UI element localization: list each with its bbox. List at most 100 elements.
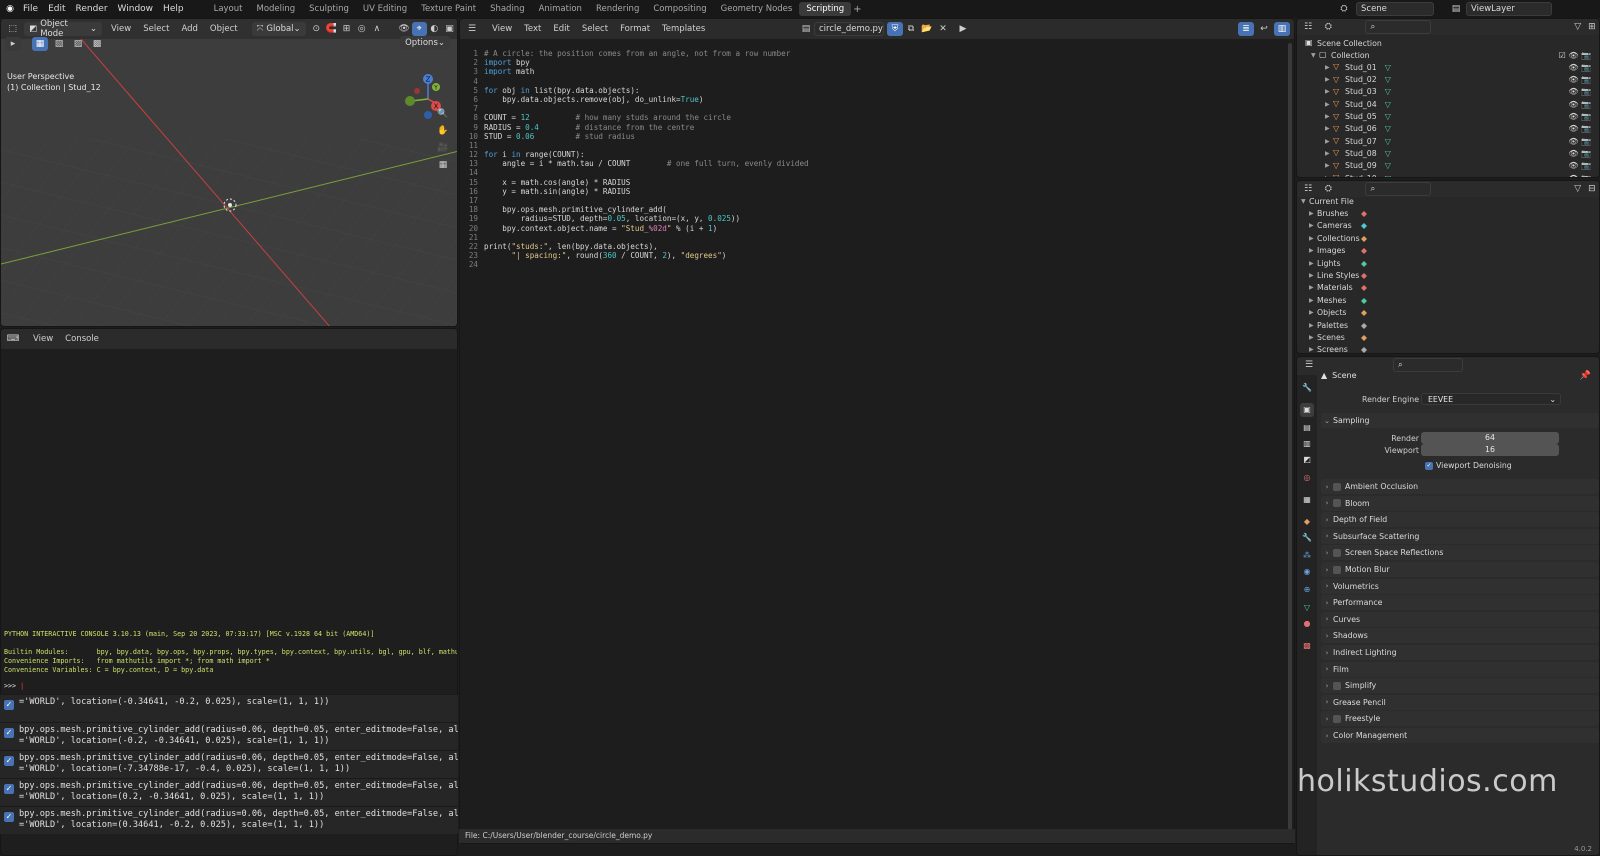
camera-view-icon[interactable]: 🎥 (435, 141, 451, 155)
tab-layout[interactable]: Layout (207, 2, 250, 16)
panel-motion-blur[interactable]: › Motion Blur (1321, 562, 1599, 577)
editor-menu-templates[interactable]: Templates (656, 24, 711, 34)
blendfile-item[interactable]: ▶ Images ◆ (1297, 245, 1599, 257)
menu-file[interactable]: File (18, 4, 43, 14)
blendfile-mode-icon[interactable]: ⛭ (1321, 182, 1335, 196)
viewport-menu-object[interactable]: Object (204, 24, 244, 34)
visibility-icons[interactable]: 👁 📷 (1568, 174, 1591, 178)
visibility-icons[interactable]: 👁 📷 (1568, 112, 1591, 121)
overlay-icon[interactable]: ◐ (427, 22, 442, 36)
purge-icon[interactable]: ⊟ (1585, 182, 1599, 196)
menu-help[interactable]: Help (158, 4, 189, 14)
panel-expand-icon[interactable]: › (1321, 566, 1333, 574)
console-menu-console[interactable]: Console (59, 334, 105, 344)
properties-tab-icon[interactable]: ◆ (1300, 515, 1314, 529)
panel-enable-checkbox[interactable] (1333, 499, 1341, 508)
visibility-icons[interactable]: 👁 📷 (1568, 137, 1591, 146)
blender-logo-icon[interactable]: ◉ (2, 2, 18, 16)
outliner-scene-collection[interactable]: ▣ Scene Collection (1297, 37, 1599, 49)
select-box-icon[interactable]: ▦ (32, 37, 48, 51)
panel-shadows[interactable]: › Shadows (1321, 628, 1599, 644)
outliner-collection[interactable]: ▼ ▢ Collection ☑ 👁 📷 (1297, 49, 1599, 61)
visibility-icons[interactable]: 👁 📷 (1568, 100, 1591, 109)
filter-icon[interactable]: ▽ (1571, 20, 1585, 34)
blendfile-item[interactable]: ▶ Collections ◆ (1297, 232, 1599, 244)
tab-texture-paint[interactable]: Texture Paint (414, 2, 483, 16)
blendfile-item[interactable]: ▶ Brushes ◆ (1297, 207, 1599, 219)
info-log-item[interactable]: ✓ bpy.ops.mesh.primitive_cylinder_add(rad… (0, 806, 474, 834)
outliner-item[interactable]: ▶ ▽ Stud_07 ▽ 👁 📷 (1297, 135, 1599, 147)
view-layer-selector[interactable]: ViewLayer (1466, 2, 1552, 16)
console-prompt[interactable]: >>> | (4, 682, 24, 690)
blendfile-item[interactable]: ▶ Line Styles ◆ (1297, 269, 1599, 281)
info-log-item[interactable]: ✓ bpy.ops.mesh.primitive_cylinder_add(rad… (0, 722, 474, 750)
panel-screen-space-reflections[interactable]: › Screen Space Reflections (1321, 545, 1599, 561)
panel-indirect-lighting[interactable]: › Indirect Lighting (1321, 645, 1599, 660)
properties-tab-icon[interactable]: ▣ (1300, 403, 1314, 417)
menu-window[interactable]: Window (113, 4, 159, 14)
panel-expand-icon[interactable]: › (1321, 516, 1333, 524)
panel-grease-pencil[interactable]: › Grease Pencil (1321, 694, 1599, 710)
editor-menu-format[interactable]: Format (614, 24, 656, 34)
proportional-edit-icon[interactable]: ◎ (354, 22, 369, 36)
collection-checkbox[interactable]: ☑ 👁 📷 (1559, 51, 1591, 60)
render-samples-field[interactable]: 64 (1421, 432, 1559, 444)
display-mode-icon[interactable]: ⛭ (1321, 20, 1335, 34)
fake-user-icon[interactable]: ⛨ (887, 22, 903, 36)
viewport-menu-view[interactable]: View (105, 24, 137, 34)
properties-tab-icon[interactable]: ◩ (1300, 453, 1314, 467)
tab-geometry-nodes[interactable]: Geometry Nodes (714, 2, 800, 16)
panel-expand-icon[interactable]: › (1321, 665, 1333, 673)
blendfile-item[interactable]: ▶ Objects ◆ (1297, 307, 1599, 319)
editor-menu-select[interactable]: Select (576, 24, 614, 34)
syntax-highlight-toggle-icon[interactable]: ▥ (1274, 22, 1290, 36)
visibility-icons[interactable]: 👁 📷 (1568, 63, 1591, 72)
add-workspace-button[interactable]: + (853, 4, 861, 15)
properties-type-icon[interactable]: ☰ (1301, 358, 1317, 372)
console-editor-type-icon[interactable]: ⌨ (5, 332, 21, 346)
panel-expand-icon[interactable]: › (1321, 549, 1333, 557)
viewport-samples-field[interactable]: 16 (1421, 444, 1559, 456)
properties-search[interactable]: ⌕ (1393, 358, 1463, 372)
editor-menu-text[interactable]: Text (518, 24, 547, 34)
pivot-icon[interactable]: ⊙ (309, 22, 324, 36)
render-engine-select[interactable]: EEVEE ⌄ (1421, 393, 1561, 405)
outliner-search[interactable]: ⌕ (1365, 20, 1431, 34)
visibility-icons[interactable]: 👁 📷 (1568, 87, 1591, 96)
text-editor-type-icon[interactable]: ☰ (464, 22, 480, 36)
panel-ambient-occlusion[interactable]: › Ambient Occlusion (1321, 479, 1599, 494)
properties-tab-icon[interactable]: ⁂ (1300, 549, 1314, 563)
panel-enable-checkbox[interactable] (1333, 714, 1341, 723)
panel-expand-icon[interactable]: › (1321, 532, 1333, 540)
code-area[interactable]: 1 # A circle: the position comes from an … (460, 49, 809, 270)
outliner-item[interactable]: ▶ ▽ Stud_05 ▽ 👁 📷 (1297, 111, 1599, 123)
3d-viewport[interactable]: ⬚ ◩ Object Mode ⌄ View Select Add Object ⤧ … (0, 18, 458, 327)
info-log-item[interactable]: ✓ ='WORLD', location=(-0.34641, -0.2, 0.0… (0, 694, 458, 722)
blendfile-type-icon[interactable]: ☷ (1301, 182, 1315, 196)
xray-icon[interactable]: ▣ (442, 22, 457, 36)
panel-color-management[interactable]: › Color Management (1321, 728, 1599, 743)
snap-icon[interactable]: 🧲 (324, 22, 339, 36)
blendfile-item[interactable]: ▶ Cameras ◆ (1297, 220, 1599, 232)
panel-expand-icon[interactable]: › (1321, 698, 1333, 706)
panel-film[interactable]: › Film (1321, 661, 1599, 677)
panel-expand-icon[interactable]: › (1321, 499, 1333, 507)
scene-icon[interactable]: ⛭ (1336, 2, 1352, 16)
panel-curves[interactable]: › Curves (1321, 611, 1599, 627)
view-layer-icon[interactable]: ▤ (1448, 2, 1464, 16)
info-log-item[interactable]: ✓ bpy.ops.mesh.primitive_cylinder_add(rad… (0, 750, 474, 778)
outliner-item[interactable]: ▶ ▽ Stud_10 ▽ 👁 📷 (1297, 172, 1599, 178)
select-extend-icon[interactable]: ▧ (51, 37, 67, 51)
panel-subsurface-scattering[interactable]: › Subsurface Scattering (1321, 528, 1599, 544)
run-script-icon[interactable]: ▶ (955, 22, 971, 36)
outliner-type-icon[interactable]: ☷ (1301, 20, 1315, 34)
blend-file-browser[interactable]: ☷ ⛭ ⌕ ▽ ⊟ ▼ Current File ▶ Brushes ◆ ▶ Cameras… (1296, 180, 1600, 354)
tab-sculpting[interactable]: Sculpting (302, 2, 356, 16)
text-file-name[interactable]: circle_demo.py (814, 22, 884, 36)
blendfile-filter-icon[interactable]: ▽ (1571, 182, 1585, 196)
outliner-item[interactable]: ▶ ▽ Stud_04 ▽ 👁 📷 (1297, 98, 1599, 110)
panel-depth-of-field[interactable]: › Depth of Field (1321, 512, 1599, 528)
tab-rendering[interactable]: Rendering (589, 2, 646, 16)
panel-expand-icon[interactable]: › (1321, 732, 1333, 740)
blendfile-root[interactable]: ▼ Current File (1297, 195, 1599, 207)
